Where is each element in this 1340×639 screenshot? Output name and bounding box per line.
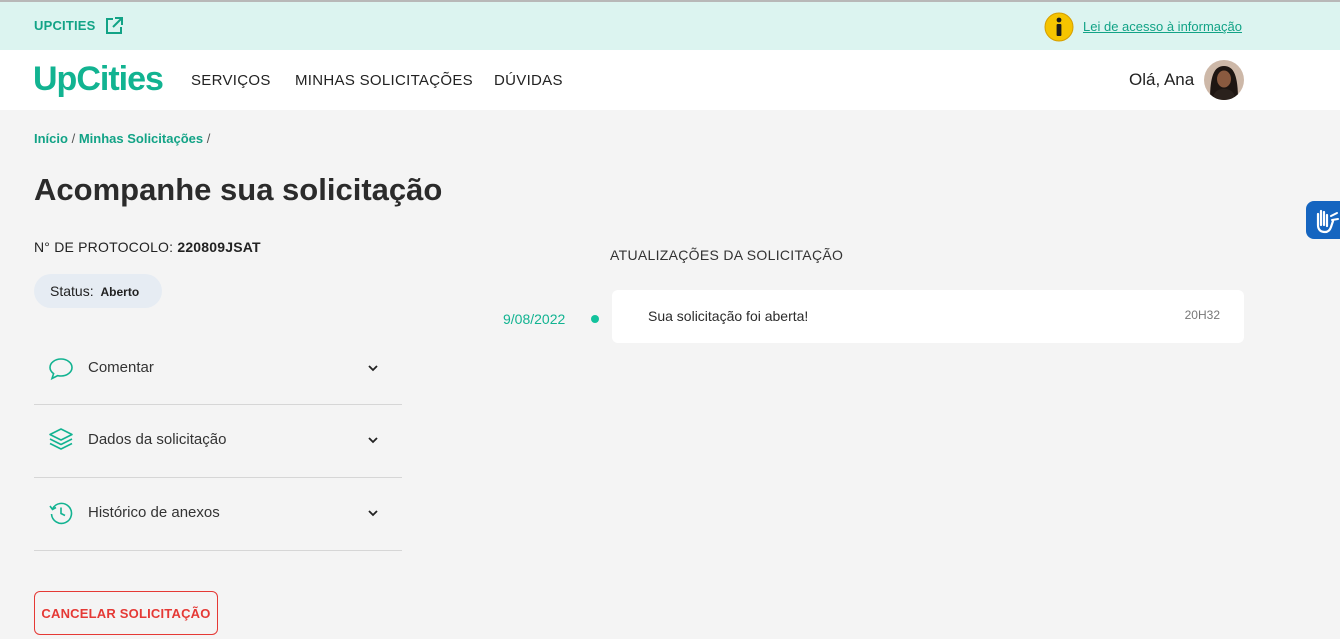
chevron-down-icon[interactable] — [366, 433, 380, 447]
sign-language-accessibility-button[interactable] — [1306, 201, 1340, 239]
access-to-information-link[interactable]: Lei de acesso à informação — [1083, 19, 1242, 34]
update-card: Sua solicitação foi aberta! 20H32 — [612, 290, 1244, 343]
nav-faq[interactable]: DÚVIDAS — [494, 72, 563, 89]
accordion-request-data[interactable]: Dados da solicitação — [34, 405, 402, 478]
history-clock-icon — [49, 502, 73, 525]
sign-language-hands-icon — [1316, 209, 1339, 234]
protocol-value: 220809JSAT — [177, 239, 261, 255]
update-date: 9/08/2022 — [503, 311, 566, 327]
status-label: Status: — [50, 283, 94, 299]
accordion-request-data-label: Dados da solicitação — [88, 431, 227, 448]
accordion-attachments-history-label: Histórico de anexos — [88, 504, 220, 521]
upcities-logo[interactable]: UpCities — [33, 60, 164, 99]
breadcrumb-separator: / — [206, 131, 211, 146]
chevron-down-icon[interactable] — [366, 361, 380, 375]
user-avatar[interactable] — [1204, 60, 1244, 100]
nav-my-requests[interactable]: MINHAS SOLICITAÇÕES — [295, 72, 473, 89]
cancel-request-button[interactable]: CANCELAR SOLICITAÇÃO — [34, 591, 218, 635]
status-value: Aberto — [100, 285, 140, 299]
protocol-number: N° DE PROTOCOLO: 220809JSAT — [34, 239, 261, 255]
layers-icon — [49, 428, 73, 450]
breadcrumb-separator: / — [71, 131, 76, 146]
chat-bubble-icon — [49, 358, 73, 381]
chevron-down-icon[interactable] — [366, 506, 380, 520]
breadcrumb-home[interactable]: Início — [34, 131, 68, 146]
top-bar: UPCITIES Lei de acesso à informação — [0, 0, 1340, 50]
timeline-dot — [591, 315, 599, 323]
update-time: 20H32 — [1184, 308, 1220, 322]
breadcrumb-my-requests[interactable]: Minhas Solicitações — [79, 131, 203, 146]
main-navbar: UpCities SERVIÇOS MINHAS SOLICITAÇÕES DÚ… — [0, 50, 1340, 110]
external-link-icon[interactable] — [104, 16, 124, 36]
user-greeting[interactable]: Olá, Ana — [1129, 70, 1194, 90]
topbar-brand-link[interactable]: UPCITIES — [34, 18, 96, 33]
breadcrumb: Início / Minhas Solicitações / — [34, 131, 210, 146]
update-message: Sua solicitação foi aberta! — [648, 308, 809, 324]
accordion-attachments-history[interactable]: Histórico de anexos — [34, 478, 402, 551]
status-badge: Status: Aberto — [34, 274, 162, 308]
accordion-comment-label: Comentar — [88, 359, 154, 376]
protocol-label: N° DE PROTOCOLO: — [34, 239, 174, 255]
page-title: Acompanhe sua solicitação — [34, 172, 443, 207]
accordion-comment[interactable]: Comentar — [34, 332, 402, 405]
nav-services[interactable]: SERVIÇOS — [191, 72, 271, 89]
info-icon — [1044, 12, 1074, 42]
updates-section-title: ATUALIZAÇÕES DA SOLICITAÇÃO — [610, 247, 844, 263]
